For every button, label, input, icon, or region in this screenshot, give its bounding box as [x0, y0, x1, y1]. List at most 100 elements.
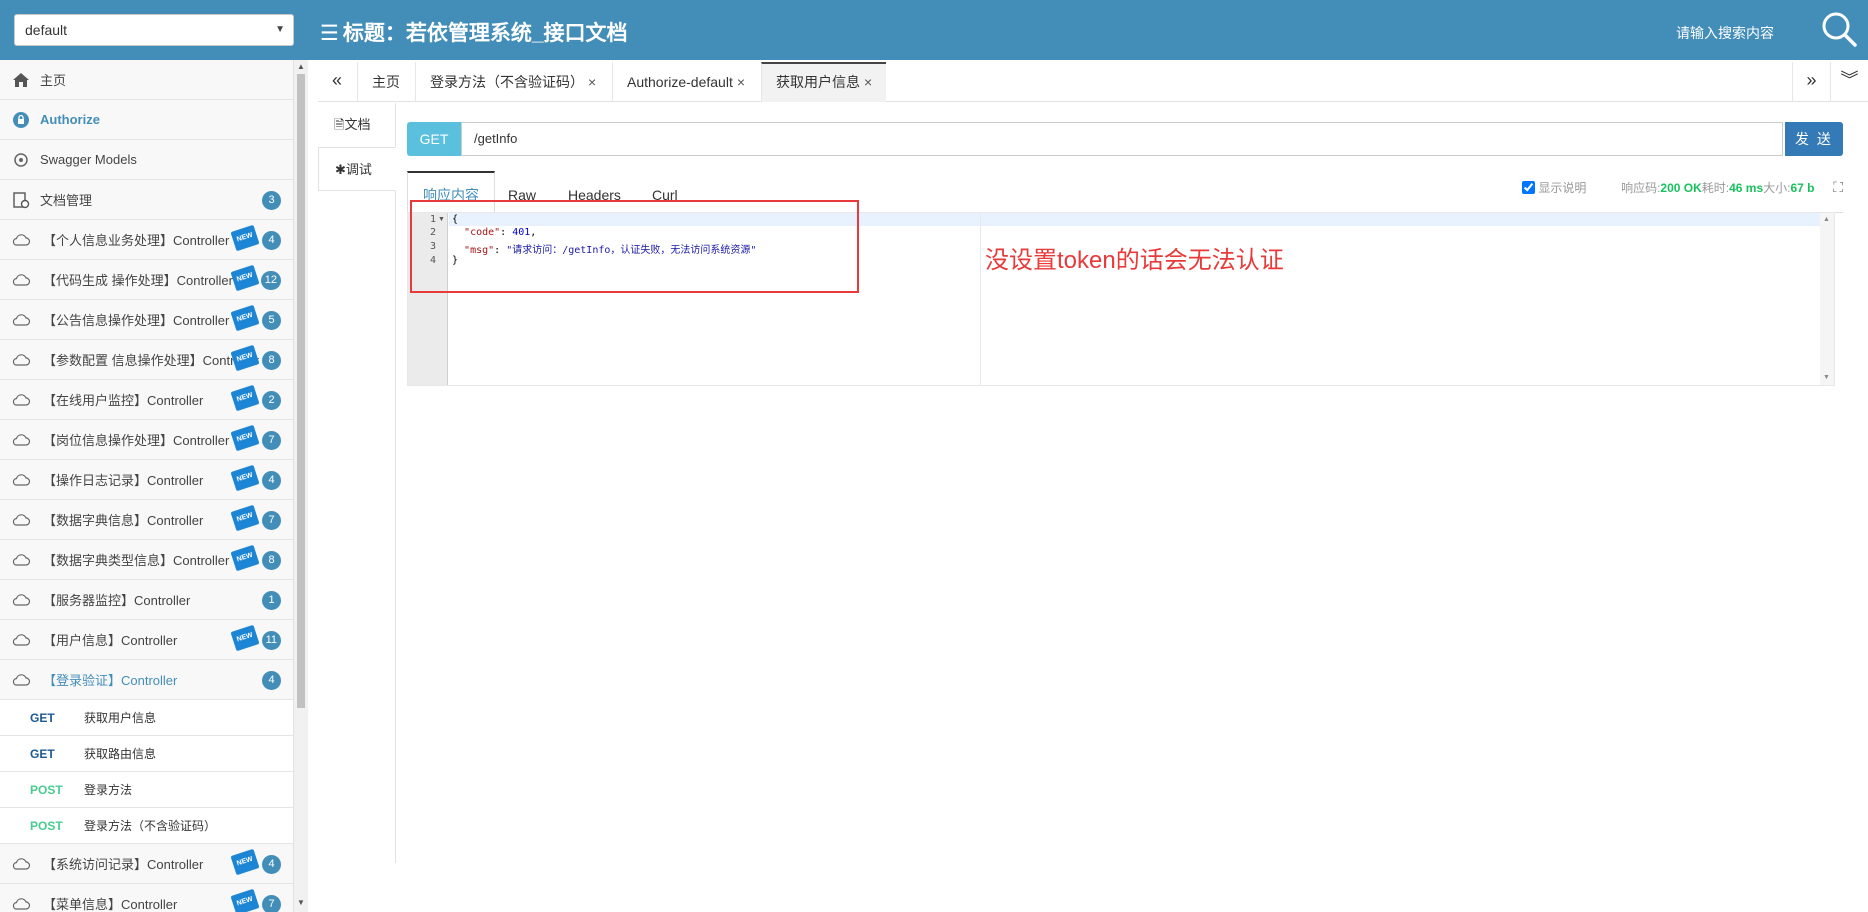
api-label: 登录方法: [84, 783, 133, 797]
cloud-icon: [12, 473, 31, 486]
tab-scroll-left-icon[interactable]: «: [318, 62, 356, 102]
new-tag: NEW: [230, 464, 260, 492]
bottom-controller-list: 【系统访问记录】Controller NEW 4 【菜单信息】Controller NE…: [0, 844, 293, 912]
count-badge: 4: [262, 231, 281, 250]
response-meta: 显示说明 响应码:200 OK耗时:46 ms大小:67 b ⛶: [1522, 179, 1843, 196]
controller-list: 【个人信息业务处理】Controller NEW 4 【代码生成 操作处理】Contr…: [0, 220, 293, 700]
new-tag: NEW: [230, 304, 260, 332]
new-tag: NEW: [230, 224, 260, 252]
subtab-doc[interactable]: 🗎文档: [318, 103, 395, 147]
sidebar-controller-item[interactable]: 【数据字典类型信息】Controller NEW 8: [0, 540, 293, 580]
count-badge: 2: [262, 391, 281, 410]
sidebar-controller-item[interactable]: 【岗位信息操作处理】Controller NEW 7: [0, 420, 293, 460]
api-item[interactable]: GET 获取路由信息: [0, 736, 293, 772]
cloud-icon: [12, 857, 31, 870]
sidebar-controller-item[interactable]: 【系统访问记录】Controller NEW 4: [0, 844, 293, 884]
tab-menu-icon[interactable]: ︾: [1830, 62, 1868, 102]
count-badge: 4: [262, 671, 281, 690]
print-margin: [980, 213, 981, 385]
api-method: POST: [30, 782, 63, 797]
search-input[interactable]: 请输入搜索内容: [1676, 23, 1774, 43]
sidebar-item-label: 【服务器监控】Controller: [43, 593, 191, 608]
size-value: 67 b: [1790, 181, 1815, 195]
api-item[interactable]: GET 获取用户信息: [0, 700, 293, 736]
cloud-icon: [12, 897, 31, 910]
page-title: ☰ 标题：若依管理系统_接口文档: [320, 17, 628, 47]
close-icon[interactable]: ×: [864, 74, 872, 90]
tab-get-user-info[interactable]: 获取用户信息 ×: [761, 62, 887, 102]
search-icon[interactable]: [1820, 10, 1858, 48]
api-item[interactable]: POST 登录方法（不含验证码）: [0, 808, 293, 844]
menu-icon[interactable]: ☰: [320, 22, 339, 45]
api-list: GET 获取用户信息 GET 获取路由信息 POST 登录方法 POST 登录方法（不含验证码…: [0, 700, 293, 844]
sidebar-controller-item[interactable]: 【操作日志记录】Controller NEW 4: [0, 460, 293, 500]
scroll-down-arrow[interactable]: ▼: [297, 898, 305, 907]
send-button[interactable]: 发 送: [1785, 122, 1843, 156]
tab-home[interactable]: 主页: [357, 62, 414, 102]
sidebar-item-home[interactable]: 主页: [0, 60, 293, 100]
url-input[interactable]: /getInfo: [461, 122, 1783, 156]
sidebar-item-doc-management[interactable]: 文档管理 3: [0, 180, 293, 220]
sidebar-controller-item[interactable]: 【个人信息业务处理】Controller NEW 4: [0, 220, 293, 260]
tab-scroll-right-icon[interactable]: »: [1792, 62, 1830, 102]
sidebar-item-label: 【登录验证】Controller: [43, 673, 178, 688]
scroll-down-arrow[interactable]: ▼: [1823, 374, 1830, 381]
sidebar-item-label: 【用户信息】Controller: [43, 633, 178, 648]
show-desc-checkbox[interactable]: [1522, 181, 1536, 194]
sidebar-controller-item[interactable]: 【登录验证】Controller 4: [0, 660, 293, 700]
sidebar-item-label: 【个人信息业务处理】Controller: [43, 233, 230, 248]
sidebar-item-label: 【公告信息操作处理】Controller: [43, 313, 230, 328]
sidebar-controller-item[interactable]: 【公告信息操作处理】Controller NEW 5: [0, 300, 293, 340]
time-label: 耗时:: [1701, 181, 1730, 195]
count-badge: 3: [262, 191, 281, 210]
tab-login-no-captcha[interactable]: 登录方法（不含验证码） ×: [415, 62, 610, 102]
tab-bar: « 主页 登录方法（不含验证码） × Authorize-default × 获取用…: [318, 62, 1868, 102]
close-icon[interactable]: ×: [588, 74, 596, 90]
group-select[interactable]: default ▼: [14, 14, 294, 46]
tab-authorize-default[interactable]: Authorize-default ×: [612, 62, 759, 102]
sidebar-item-swagger-models[interactable]: Swagger Models: [0, 140, 293, 180]
sidebar-controller-item[interactable]: 【数据字典信息】Controller NEW 7: [0, 500, 293, 540]
cloud-icon: [12, 393, 31, 406]
sidebar-controller-item[interactable]: 【用户信息】Controller NEW 11: [0, 620, 293, 660]
sidebar-controller-item[interactable]: 【参数配置 信息操作处理】Controller NEW 8: [0, 340, 293, 380]
count-badge: 12: [260, 271, 281, 290]
cubes-icon: [14, 152, 28, 167]
new-tag: NEW: [230, 264, 260, 292]
new-tag: NEW: [230, 424, 260, 452]
sidebar-controller-item[interactable]: 【在线用户监控】Controller NEW 2: [0, 380, 293, 420]
sidebar-scrollbar[interactable]: ▲ ▼: [294, 60, 308, 912]
cloud-icon: [12, 513, 31, 526]
sidebar-controller-item[interactable]: 【菜单信息】Controller NEW 7: [0, 884, 293, 912]
new-tag: NEW: [230, 624, 260, 652]
api-method: GET: [30, 746, 55, 761]
scroll-up-arrow[interactable]: ▲: [297, 62, 305, 71]
scroll-up-arrow[interactable]: ▲: [1823, 216, 1830, 223]
subtab-debug[interactable]: ✱调试: [318, 147, 396, 191]
api-item[interactable]: POST 登录方法: [0, 772, 293, 808]
page-title-text: 标题：若依管理系统_接口文档: [342, 22, 628, 45]
count-badge: 8: [262, 551, 281, 570]
fullscreen-icon[interactable]: ⛶: [1833, 179, 1843, 195]
new-tag: NEW: [230, 888, 260, 912]
cloud-icon: [12, 553, 31, 566]
close-icon[interactable]: ×: [737, 74, 745, 90]
count-badge: 5: [262, 311, 281, 330]
editor-scrollbar[interactable]: ▲ ▼: [1820, 213, 1834, 385]
tab-label: 登录方法（不含验证码）: [430, 74, 584, 90]
cloud-icon: [12, 593, 31, 606]
show-desc-label: 显示说明: [1538, 181, 1587, 195]
sidebar-controller-item[interactable]: 【代码生成 操作处理】Controller NEW 12: [0, 260, 293, 300]
sidebar: 主页 Authorize Swagger Models 文档管理 3 【个人信息…: [0, 60, 294, 912]
new-tag: NEW: [230, 504, 260, 532]
method-badge: GET: [407, 122, 461, 156]
sidebar-item-label: 【系统访问记录】Controller: [43, 857, 204, 872]
sidebar-item-authorize[interactable]: Authorize: [0, 100, 293, 140]
lock-icon: [13, 111, 29, 128]
subtab-label: 调试: [345, 162, 372, 177]
scrollbar-thumb[interactable]: [297, 74, 305, 708]
cloud-icon: [12, 633, 31, 646]
sidebar-controller-item[interactable]: 【服务器监控】Controller 1: [0, 580, 293, 620]
code-label: 响应码:: [1621, 181, 1661, 195]
sidebar-item-label: 【岗位信息操作处理】Controller: [43, 433, 230, 448]
